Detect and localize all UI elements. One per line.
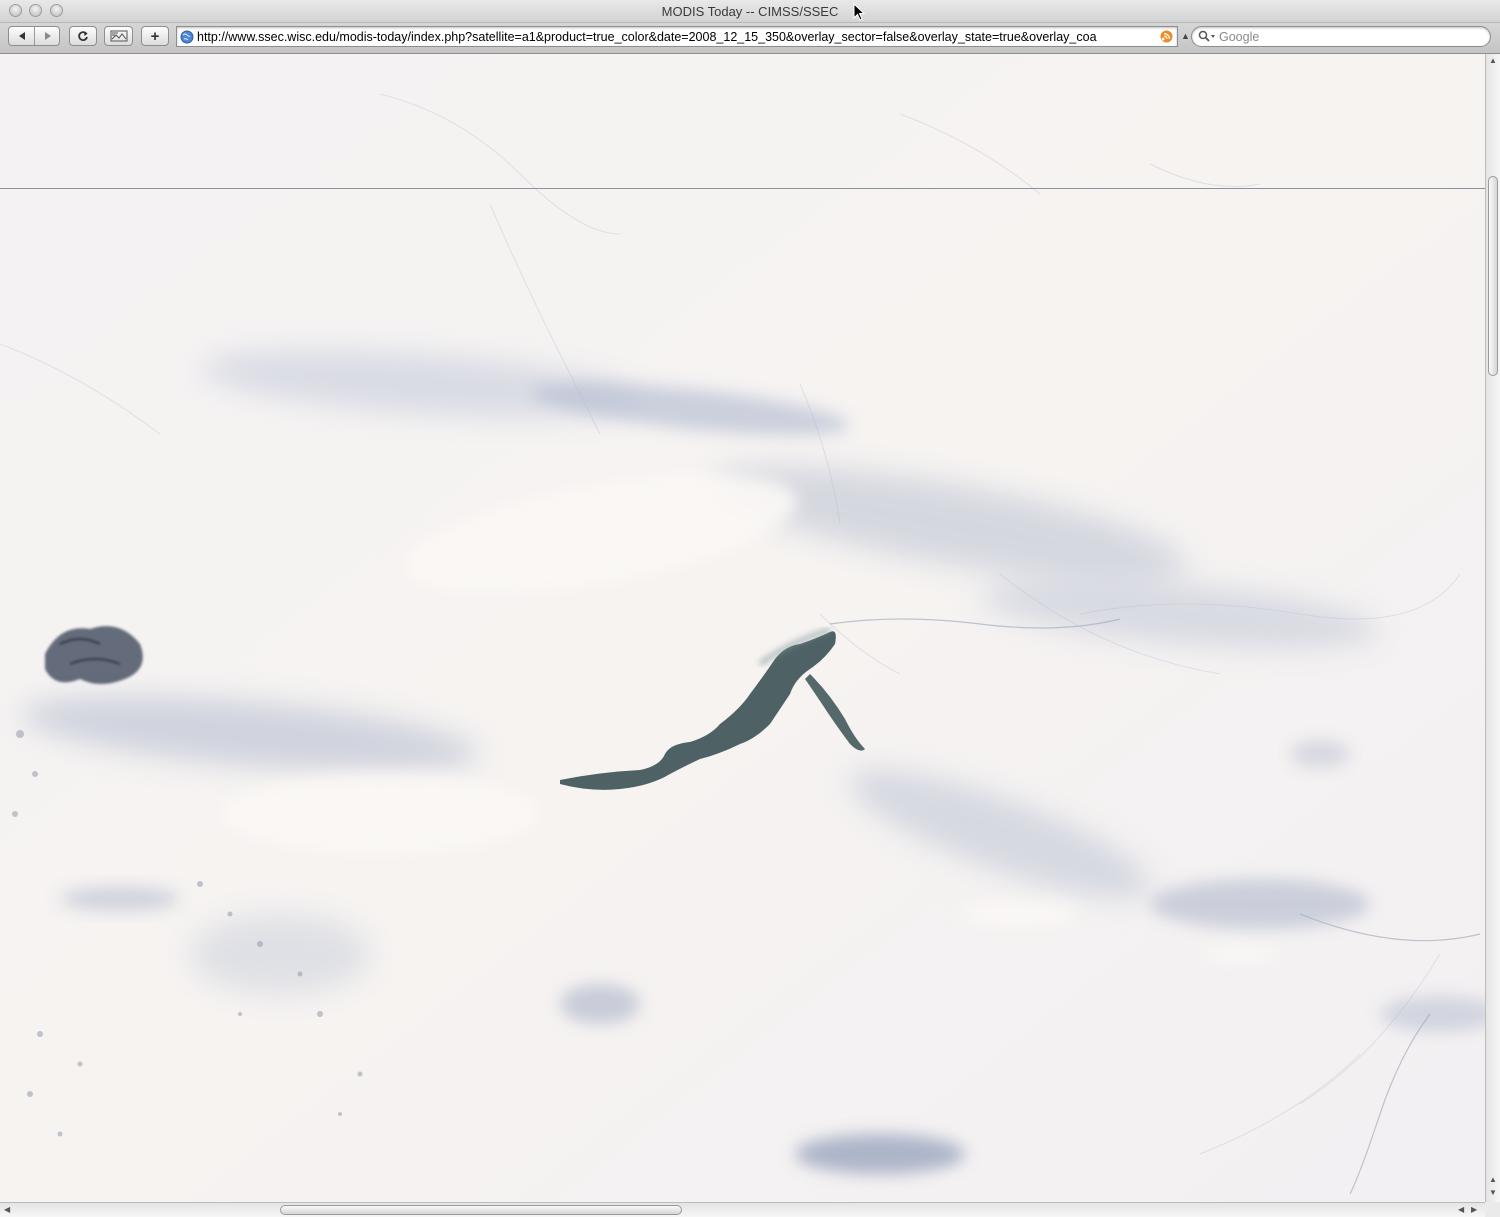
search-field[interactable]: Google — [1191, 26, 1491, 47]
scroll-up-arrow-icon[interactable]: ▲ — [1489, 56, 1497, 65]
window-titlebar: MODIS Today -- CIMSS/SSEC — [0, 0, 1500, 23]
scroll-down-arrow-icon[interactable]: ▼ — [1489, 1188, 1497, 1197]
reload-button[interactable] — [69, 26, 97, 46]
url-input[interactable]: http://www.ssec.wisc.edu/modis-today/ind… — [197, 30, 1155, 44]
window-title: MODIS Today -- CIMSS/SSEC — [661, 4, 839, 19]
state-boundary-overlay-line — [0, 188, 1485, 189]
scroll-up-arrow-icon-bottom[interactable]: ▲ — [1489, 1175, 1497, 1184]
rss-icon[interactable] — [1160, 30, 1173, 43]
search-placeholder: Google — [1219, 30, 1260, 44]
resize-corner[interactable] — [1485, 1202, 1500, 1217]
scroll-right-arrow-icon[interactable]: ▶ — [1471, 1205, 1477, 1214]
scroll-left-arrow-icon-right[interactable]: ◀ — [1458, 1205, 1464, 1214]
add-bookmark-button[interactable]: + — [141, 26, 169, 46]
globe-icon — [180, 30, 194, 44]
modis-true-color-image — [0, 54, 1485, 1202]
snapback-icon[interactable]: ▲ — [1181, 31, 1190, 41]
satellite-image-viewport[interactable] — [0, 54, 1485, 1202]
search-icon — [1198, 30, 1215, 42]
vertical-scroll-thumb[interactable] — [1488, 176, 1498, 376]
forward-arrow-icon[interactable] — [43, 31, 53, 41]
vertical-scrollbar[interactable]: ▲ ▲ ▼ — [1485, 54, 1500, 1202]
reload-icon — [78, 31, 88, 41]
snapback-button[interactable] — [104, 26, 133, 46]
back-arrow-icon[interactable] — [17, 31, 27, 41]
scroll-left-arrow-icon[interactable]: ◀ — [4, 1205, 10, 1214]
address-bar[interactable]: http://www.ssec.wisc.edu/modis-today/ind… — [176, 26, 1178, 47]
browser-toolbar: + http://www.ssec.wisc.edu/modis-today/i… — [0, 23, 1500, 54]
back-forward-group — [8, 26, 60, 46]
site-icon — [110, 30, 127, 42]
mouse-cursor-icon — [853, 3, 865, 21]
segment-divider — [34, 27, 35, 45]
horizontal-scrollbar[interactable]: ◀ ◀ ▶ — [0, 1202, 1485, 1217]
horizontal-scroll-thumb[interactable] — [280, 1205, 682, 1215]
